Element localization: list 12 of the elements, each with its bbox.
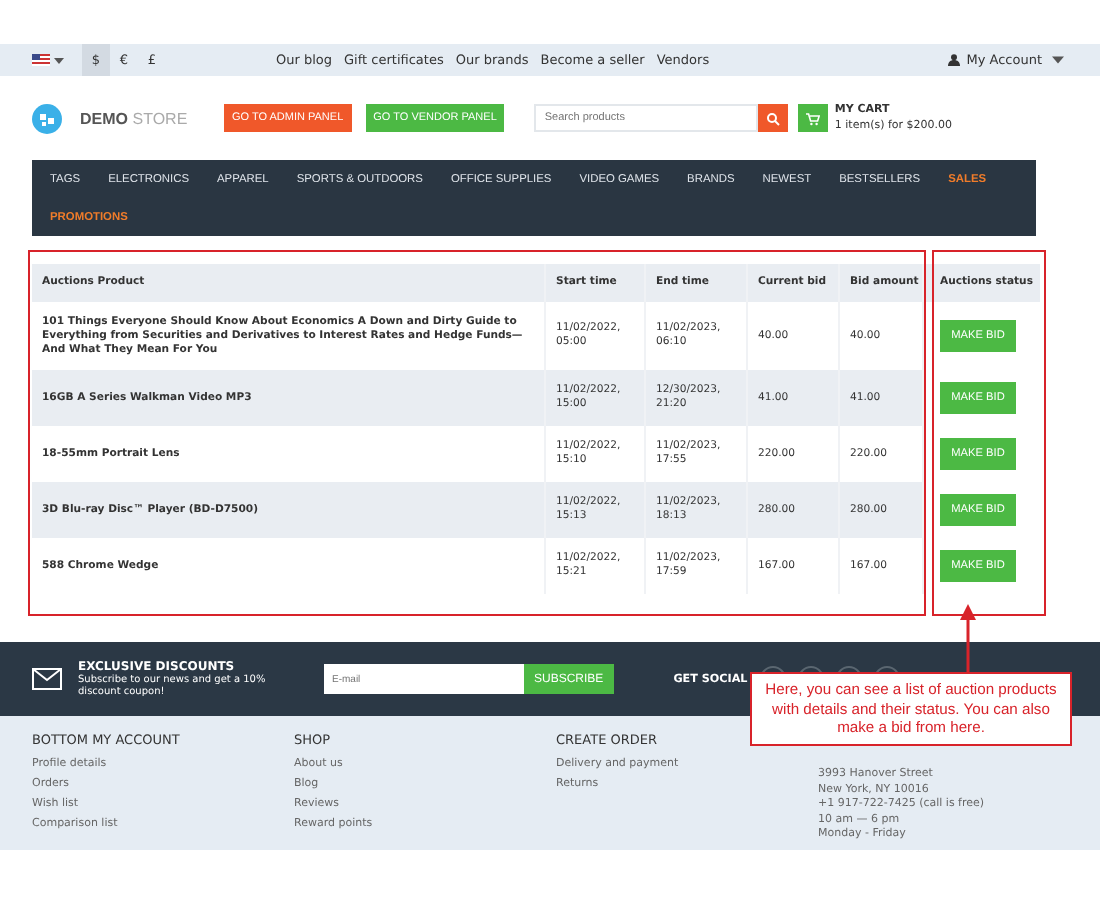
search-button[interactable] [758, 104, 789, 132]
caret-icon [54, 57, 64, 63]
caret-icon [1052, 54, 1064, 66]
envelope-icon [32, 668, 62, 690]
cart-button[interactable] [798, 104, 829, 132]
flag-icon[interactable] [32, 54, 50, 66]
cart-icon [806, 111, 821, 125]
store-logo[interactable]: DEMO STORE [80, 109, 210, 127]
user-icon [948, 54, 961, 66]
search-icon [766, 111, 781, 125]
annotation-arrow [958, 604, 978, 676]
logo-icon[interactable] [32, 103, 62, 133]
